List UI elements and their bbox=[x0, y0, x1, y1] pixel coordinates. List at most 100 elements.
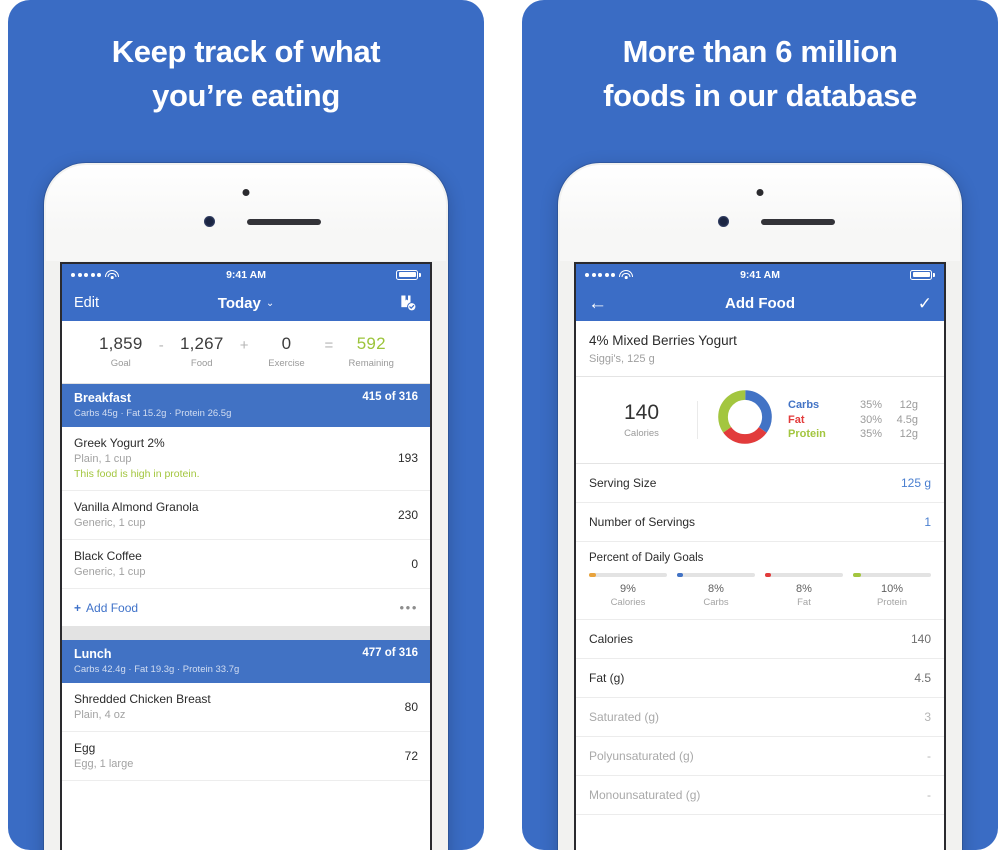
earpiece-speaker-icon bbox=[247, 219, 321, 225]
nutrient-row-monounsaturated[interactable]: Monounsaturated (g) - bbox=[576, 776, 944, 815]
goal-bar-fat bbox=[765, 573, 843, 577]
panel-headline-right: More than 6 million foods in our databas… bbox=[603, 34, 917, 114]
goal-fat: 8% Fat bbox=[765, 573, 843, 608]
food-serving: Egg, 1 large bbox=[74, 758, 134, 770]
earpiece-speaker-icon bbox=[761, 219, 835, 225]
meal-macros-breakfast: Carbs 45g · Fat 15.2g · Protein 26.5g bbox=[74, 408, 232, 419]
number-of-servings-value: 1 bbox=[924, 515, 931, 529]
edit-button[interactable]: Edit bbox=[74, 295, 99, 311]
food-name: Black Coffee bbox=[74, 549, 142, 563]
nutrient-label: Saturated (g) bbox=[589, 710, 660, 724]
food-name: Greek Yogurt 2% bbox=[74, 436, 165, 450]
phone-top-bezel bbox=[46, 165, 446, 261]
goal-label-protein: Protein bbox=[876, 597, 908, 608]
meal-header-breakfast[interactable]: Breakfast Carbs 45g · Fat 15.2g · Protei… bbox=[62, 384, 430, 427]
donut-chart-svg bbox=[718, 390, 772, 444]
proximity-sensor-icon bbox=[756, 189, 764, 196]
front-camera-icon bbox=[718, 216, 729, 227]
summary-operator-minus: - bbox=[158, 336, 164, 354]
macro-summary-block: 140 Calories Carbs 35% 12g Fat 30% 4.5g … bbox=[576, 377, 944, 464]
macro-donut-chart bbox=[716, 388, 774, 451]
food-detail-header: 4% Mixed Berries Yogurt Siggi's, 125 g bbox=[576, 321, 944, 377]
page-title: Add Food bbox=[576, 295, 944, 312]
food-row[interactable]: Vanilla Almond Granola Generic, 1 cup 23… bbox=[62, 491, 430, 540]
calorie-value: 140 bbox=[623, 400, 660, 424]
daily-goals-bars: 9% Calories 8% Carbs 8% Fat 10% Protein bbox=[589, 573, 931, 608]
serving-size-value: 125 g bbox=[900, 476, 931, 490]
journal-check-icon bbox=[401, 295, 417, 312]
promo-panel-diary: Keep track of what you’re eating 9:41 AM bbox=[8, 0, 484, 850]
summary-operator-equals: = bbox=[324, 336, 334, 354]
summary-remaining: 592 Remaining bbox=[347, 334, 395, 369]
calorie-label: Calories bbox=[624, 427, 659, 439]
goal-label-carbs: Carbs bbox=[703, 597, 729, 608]
nutrient-value: 3 bbox=[924, 710, 931, 724]
phone-mockup-right: 9:41 AM ← Add Food ✓ 4% Mixed Berries Yo… bbox=[558, 163, 962, 850]
summary-remaining-label: Remaining bbox=[348, 358, 394, 369]
number-of-servings-label: Number of Servings bbox=[589, 515, 696, 529]
nav-bar-diary: Edit Today ⌄ bbox=[62, 285, 430, 321]
plus-icon: + bbox=[74, 600, 82, 615]
food-name: Shredded Chicken Breast bbox=[74, 692, 211, 706]
front-camera-icon bbox=[204, 216, 215, 227]
meal-header-lunch[interactable]: Lunch Carbs 42.4g · Fat 19.3g · Protein … bbox=[62, 640, 430, 683]
summary-goal-value: 1,859 bbox=[98, 334, 143, 353]
nutrient-label: Monounsaturated (g) bbox=[589, 788, 701, 802]
food-serving: Generic, 1 cup bbox=[74, 517, 146, 529]
nutrient-row-calories[interactable]: Calories 140 bbox=[576, 620, 944, 659]
food-note: This food is high in protein. bbox=[74, 468, 200, 480]
food-calories: 230 bbox=[397, 507, 418, 522]
goal-pct-carbs: 8% bbox=[708, 583, 724, 595]
more-options-icon[interactable]: ••• bbox=[400, 600, 418, 615]
serving-size-row[interactable]: Serving Size 125 g bbox=[576, 464, 944, 503]
daily-goals-title: Percent of Daily Goals bbox=[589, 552, 704, 564]
goal-bar-carbs bbox=[677, 573, 755, 577]
nutrient-value: 4.5 bbox=[914, 671, 931, 685]
nutrient-row-polyunsaturated[interactable]: Polyunsaturated (g) - bbox=[576, 737, 944, 776]
food-row[interactable]: Black Coffee Generic, 1 cup 0 bbox=[62, 540, 430, 589]
back-button[interactable]: ← bbox=[588, 294, 607, 313]
nutrient-label: Calories bbox=[589, 632, 634, 646]
food-name: Vanilla Almond Granola bbox=[74, 500, 199, 514]
proximity-sensor-icon bbox=[242, 189, 250, 196]
food-row[interactable]: Greek Yogurt 2% Plain, 1 cup This food i… bbox=[62, 427, 430, 491]
section-divider bbox=[62, 626, 430, 640]
food-name: Egg bbox=[74, 741, 96, 755]
add-food-button[interactable]: + Add Food bbox=[74, 601, 138, 615]
food-row[interactable]: Egg Egg, 1 large 72 bbox=[62, 732, 430, 781]
legend-grams-fat: 4.5g bbox=[896, 413, 918, 426]
food-info: Greek Yogurt 2% Plain, 1 cup This food i… bbox=[74, 436, 200, 480]
goal-label-fat: Fat bbox=[797, 597, 811, 608]
legend-pct-fat: 30% bbox=[859, 413, 882, 426]
meal-count-lunch: 477 of 316 bbox=[362, 647, 418, 659]
nutrient-value: - bbox=[927, 788, 931, 802]
food-row[interactable]: Shredded Chicken Breast Plain, 4 oz 80 bbox=[62, 683, 430, 732]
summary-exercise: 0 Exercise bbox=[263, 334, 311, 369]
meal-info-breakfast: Breakfast Carbs 45g · Fat 15.2g · Protei… bbox=[74, 391, 231, 419]
journal-check-button[interactable] bbox=[398, 293, 418, 313]
summary-food-value: 1,267 bbox=[179, 334, 224, 353]
legend-name-carbs: Carbs bbox=[788, 399, 820, 411]
goal-pct-calories: 9% bbox=[620, 583, 636, 595]
confirm-button[interactable]: ✓ bbox=[918, 295, 932, 312]
nutrient-row-fat[interactable]: Fat (g) 4.5 bbox=[576, 659, 944, 698]
food-calories: 80 bbox=[404, 699, 418, 714]
food-calories: 72 bbox=[404, 748, 418, 763]
macro-legend: Carbs 35% 12g Fat 30% 4.5g Protein 35% 1… bbox=[788, 397, 918, 443]
food-serving: Generic, 1 cup bbox=[74, 566, 146, 578]
legend-pct-carbs: 35% bbox=[859, 399, 882, 411]
calorie-summary: 1,859 Goal - 1,267 Food + 0 Exercise = 5… bbox=[62, 321, 430, 384]
date-selector[interactable]: Today ⌄ bbox=[62, 295, 430, 312]
calorie-display: 140 Calories bbox=[586, 400, 698, 439]
legend-grams-protein: 12g bbox=[899, 428, 918, 440]
nutrient-value: - bbox=[927, 749, 931, 763]
food-serving: Plain, 4 oz bbox=[74, 709, 126, 721]
meal-macros-lunch: Carbs 42.4g · Fat 19.3g · Protein 33.7g bbox=[74, 664, 240, 675]
nutrient-row-saturated[interactable]: Saturated (g) 3 bbox=[576, 698, 944, 737]
meal-name-breakfast: Breakfast bbox=[74, 391, 131, 405]
phone-mockup-left: 9:41 AM Edit Today ⌄ 1,859 Goal - 1,267 … bbox=[44, 163, 448, 850]
nav-bar-addfood: ← Add Food ✓ bbox=[576, 285, 944, 321]
food-serving: Plain, 1 cup bbox=[74, 453, 132, 465]
number-of-servings-row[interactable]: Number of Servings 1 bbox=[576, 503, 944, 542]
food-calories: 193 bbox=[397, 451, 418, 465]
